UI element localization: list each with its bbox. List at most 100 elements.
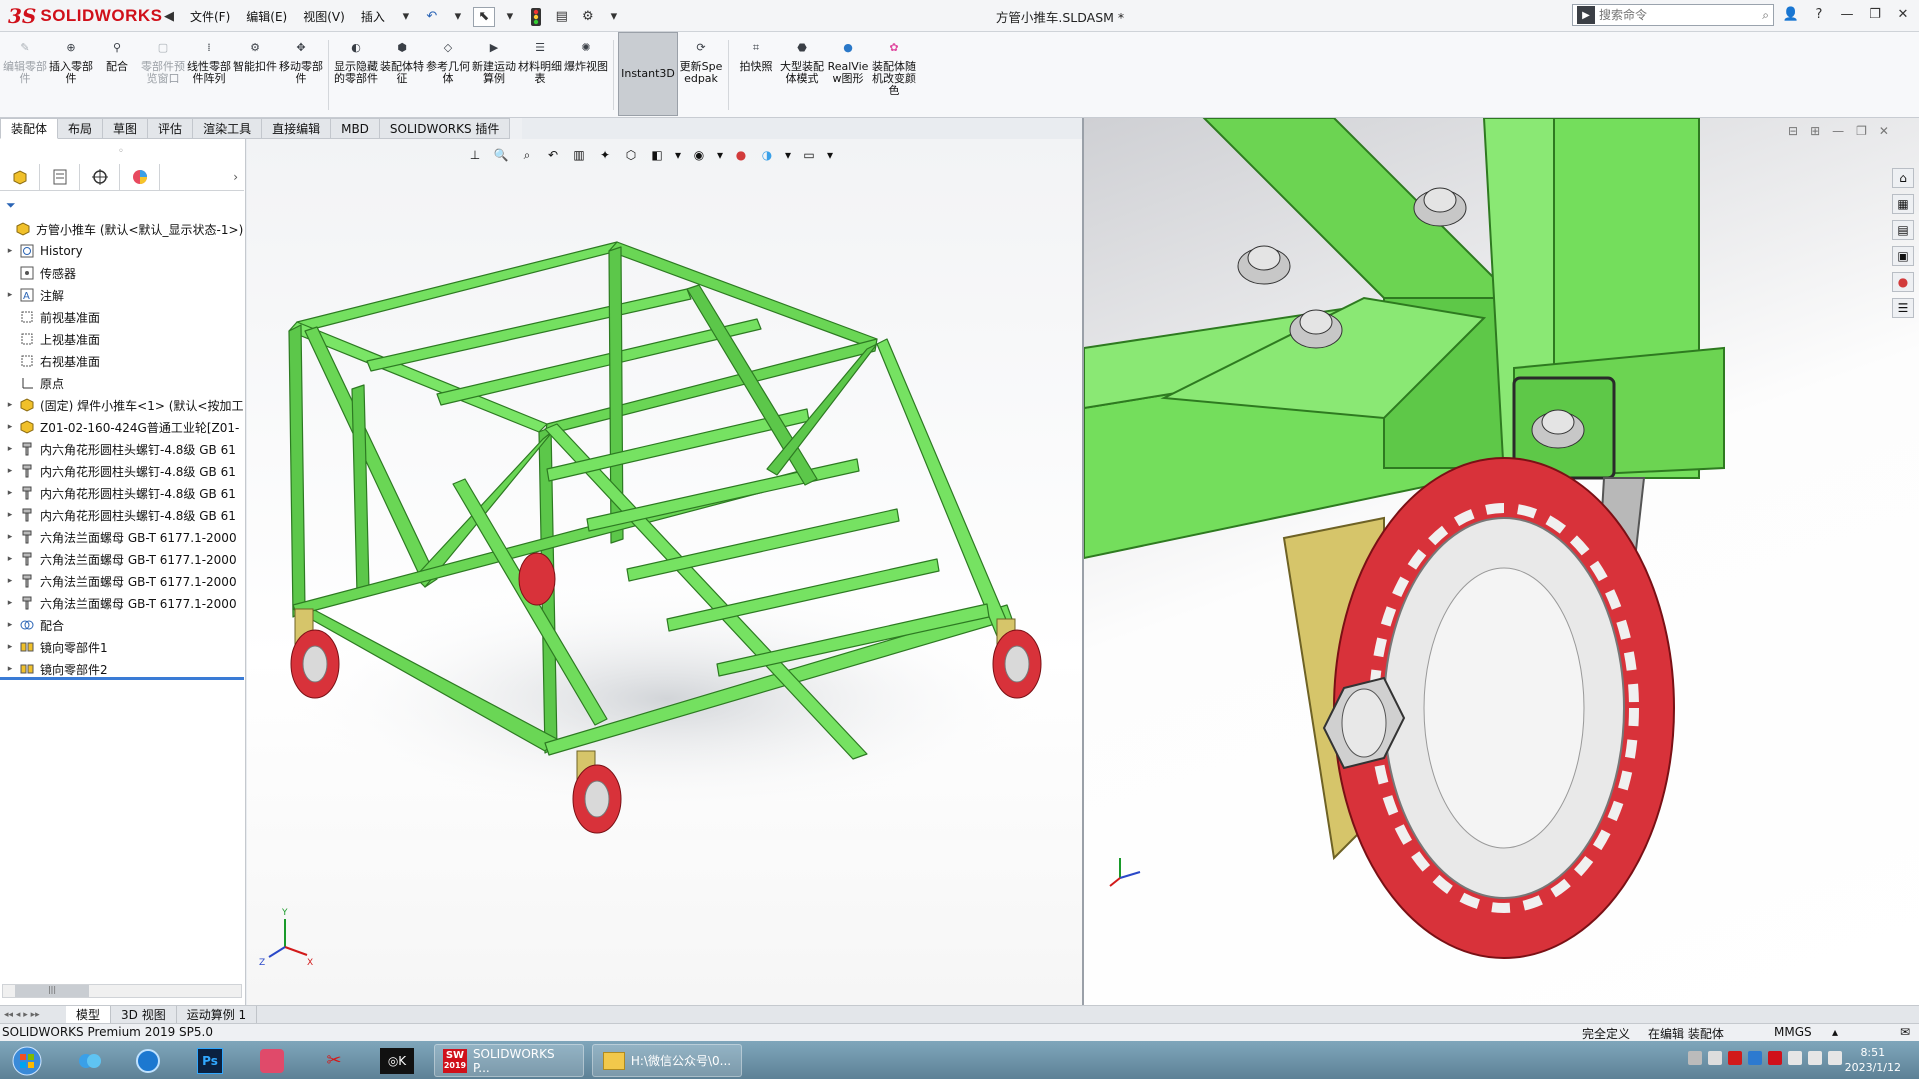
tree-item[interactable]: ▸ 内六角花形圆柱头螺钉-4.8级 GB 61 (0, 482, 244, 504)
tree-expand-icon[interactable]: ▸ (4, 510, 16, 520)
volume-icon[interactable] (1788, 1051, 1802, 1065)
model-tab-1[interactable]: 模型 (66, 1006, 112, 1023)
tree-item[interactable]: ▸ 配合 (0, 614, 244, 636)
dropdown-icon[interactable]: ▾ (673, 145, 683, 165)
ribbon-button-15[interactable]: ⟳ 更新Speedpak (678, 32, 724, 116)
quick-tips-icon[interactable]: ✉ (1900, 1025, 1910, 1039)
taskbar-solidworks-button[interactable]: SW 2019 SOLIDWORKS P... (434, 1044, 584, 1077)
screenshot-tool-icon[interactable]: ✂ (314, 1044, 354, 1077)
tree-expand-icon[interactable]: ▸ (4, 664, 16, 674)
zoom-to-fit-icon[interactable]: 🔍 (491, 145, 511, 165)
browser-icon[interactable] (128, 1044, 168, 1077)
ribbon-button-5[interactable]: ⁞ 线性零部件阵列 (186, 32, 232, 116)
orient-icon[interactable]: ⊥ (465, 145, 485, 165)
restore-icon[interactable]: ❐ (1864, 4, 1886, 24)
tree-item[interactable]: 前视基准面 (0, 306, 244, 328)
tree-item[interactable]: ▸ 内六角花形圆柱头螺钉-4.8级 GB 61 (0, 504, 244, 526)
tree-item[interactable]: 传感器 (0, 262, 244, 284)
close-icon[interactable]: ✕ (1892, 4, 1914, 24)
tree-horizontal-scrollbar[interactable]: ||| (2, 984, 242, 998)
ribbon-button-6[interactable]: ⚙ 智能扣件 (232, 32, 278, 116)
panel-expand-icon[interactable]: › (233, 170, 238, 184)
dropdown-icon[interactable]: ▾ (825, 145, 835, 165)
solidworks-tray-icon[interactable] (1768, 1051, 1782, 1065)
home-icon[interactable]: ⌂ (1892, 168, 1914, 188)
ribbon-button-7[interactable]: ✥ 移动零部件 (278, 32, 324, 116)
help-icon[interactable]: ? (1808, 4, 1830, 24)
image-viewer-icon[interactable] (252, 1044, 292, 1077)
search-commands-box[interactable]: ▶ ⌕ (1572, 4, 1774, 26)
taskbar-folder-button[interactable]: H:\微信公众号\0... (592, 1044, 742, 1077)
options-gear-icon[interactable]: ⚙ (577, 7, 599, 27)
file-explorer-icon[interactable]: ▤ (1892, 220, 1914, 240)
tab-scroll-arrows[interactable]: ◂◂ ◂ ▸ ▸▸ (0, 1006, 66, 1023)
ribbon-button-9[interactable]: ⬢ 装配体特征 (379, 32, 425, 116)
tree-item[interactable]: ▸ 六角法兰面螺母 GB-T 6177.1-2000 (0, 570, 244, 592)
expand-menu-icon[interactable]: ◀ (158, 7, 180, 27)
tree-expand-icon[interactable]: ▸ (4, 488, 16, 498)
graphics-area-right[interactable] (1084, 118, 1919, 1005)
power-icon[interactable] (1828, 1051, 1842, 1065)
unit-dropdown-icon[interactable]: ▴ (1832, 1025, 1838, 1039)
tab-4[interactable]: 评估 (148, 118, 194, 139)
minimize-icon[interactable]: — (1836, 4, 1858, 24)
ribbon-button-14[interactable]: Instant3D (618, 32, 678, 116)
ribbon-button-8[interactable]: ◐ 显示隐藏的零部件 (333, 32, 379, 116)
antivirus-icon[interactable] (1728, 1051, 1742, 1065)
ribbon-button-16[interactable]: ⌗ 拍快照 (733, 32, 779, 116)
photoshop-icon[interactable]: Ps (190, 1044, 230, 1077)
ribbon-button-10[interactable]: ◇ 参考几何体 (425, 32, 471, 116)
dropdown-icon[interactable]: ▾ (603, 7, 625, 27)
tree-item[interactable]: 上视基准面 (0, 328, 244, 350)
tree-expand-icon[interactable]: ▸ (4, 620, 16, 630)
menu-view[interactable]: 视图(V) (297, 6, 351, 27)
cart-model-view[interactable]: Y X Z (247, 139, 1082, 1005)
dynamic-annotation-icon[interactable]: ✦ (595, 145, 615, 165)
tree-expand-icon[interactable]: ▸ (4, 466, 16, 476)
search-icon[interactable]: ⌕ (1762, 8, 1769, 23)
ribbon-button-4[interactable]: ▢ 零部件预览窗口 (140, 32, 186, 116)
ribbon-button-12[interactable]: ☰ 材料明细表 (517, 32, 563, 116)
view-orientation-icon[interactable]: ⬡ (621, 145, 641, 165)
start-button[interactable] (6, 1044, 48, 1077)
taskbar-clock[interactable]: 8:51 2023/1/12 (1845, 1045, 1901, 1075)
custom-properties-icon[interactable]: ☰ (1892, 298, 1914, 318)
tree-item[interactable]: 右视基准面 (0, 350, 244, 372)
select-pointer-icon[interactable]: ⬉ (472, 6, 495, 27)
tree-expand-icon[interactable]: ▸ (4, 642, 16, 652)
viewport-minimize-icon[interactable]: — (1832, 124, 1844, 138)
capture-app-icon[interactable]: ◎K (376, 1044, 418, 1077)
zoom-to-area-icon[interactable]: ⌕ (517, 145, 537, 165)
property-manager-tab-icon[interactable] (40, 163, 80, 190)
baidu-netdisk-icon[interactable] (70, 1044, 110, 1077)
unit-system[interactable]: MMGS (1774, 1025, 1812, 1039)
model-tab-2[interactable]: 3D 视图 (111, 1006, 177, 1023)
tree-expand-icon[interactable]: ▸ (4, 598, 16, 608)
tree-expand-icon[interactable]: ▸ (4, 246, 16, 256)
graphics-area-left[interactable]: Y X Z (247, 139, 1082, 1005)
solidworks-logo[interactable]: 3S SOLIDWORKS (8, 2, 162, 30)
keyboard-icon[interactable] (1688, 1051, 1702, 1065)
display-manager-tab-icon[interactable] (120, 163, 160, 190)
tree-item[interactable]: ▸ 镜向零部件1 (0, 636, 244, 658)
dropdown-icon[interactable]: ▾ (395, 7, 417, 27)
tree-item[interactable]: ▸ History (0, 240, 244, 262)
tree-item[interactable]: ▸ 六角法兰面螺母 GB-T 6177.1-2000 (0, 548, 244, 570)
dropdown-icon[interactable]: ▾ (715, 145, 725, 165)
wechat-icon[interactable] (1748, 1051, 1762, 1065)
view-palette-icon[interactable]: ▣ (1892, 246, 1914, 266)
unlink-views-icon[interactable]: ⊞ (1810, 124, 1820, 138)
tab-7[interactable]: MBD (331, 118, 380, 139)
tree-item[interactable]: ▸ 内六角花形圆柱头螺钉-4.8级 GB 61 (0, 438, 244, 460)
appearances-icon[interactable]: ● (1892, 272, 1914, 292)
tree-expand-icon[interactable]: ▸ (4, 554, 16, 564)
ribbon-button-18[interactable]: ● RealView图形 (825, 32, 871, 116)
tree-item[interactable]: 原点 (0, 372, 244, 394)
tab-1[interactable]: 装配体 (0, 118, 59, 139)
tree-item[interactable]: ▸ 内六角花形圆柱头螺钉-4.8级 GB 61 (0, 460, 244, 482)
tree-expand-icon[interactable]: ▸ (4, 400, 16, 410)
edit-appearance-icon[interactable]: ● (731, 145, 751, 165)
dropdown-icon[interactable]: ▾ (499, 7, 521, 27)
ribbon-button-17[interactable]: ⬣ 大型装配体模式 (779, 32, 825, 116)
tree-item[interactable]: 方管小推车 (默认<默认_显示状态-1>) (0, 218, 244, 240)
